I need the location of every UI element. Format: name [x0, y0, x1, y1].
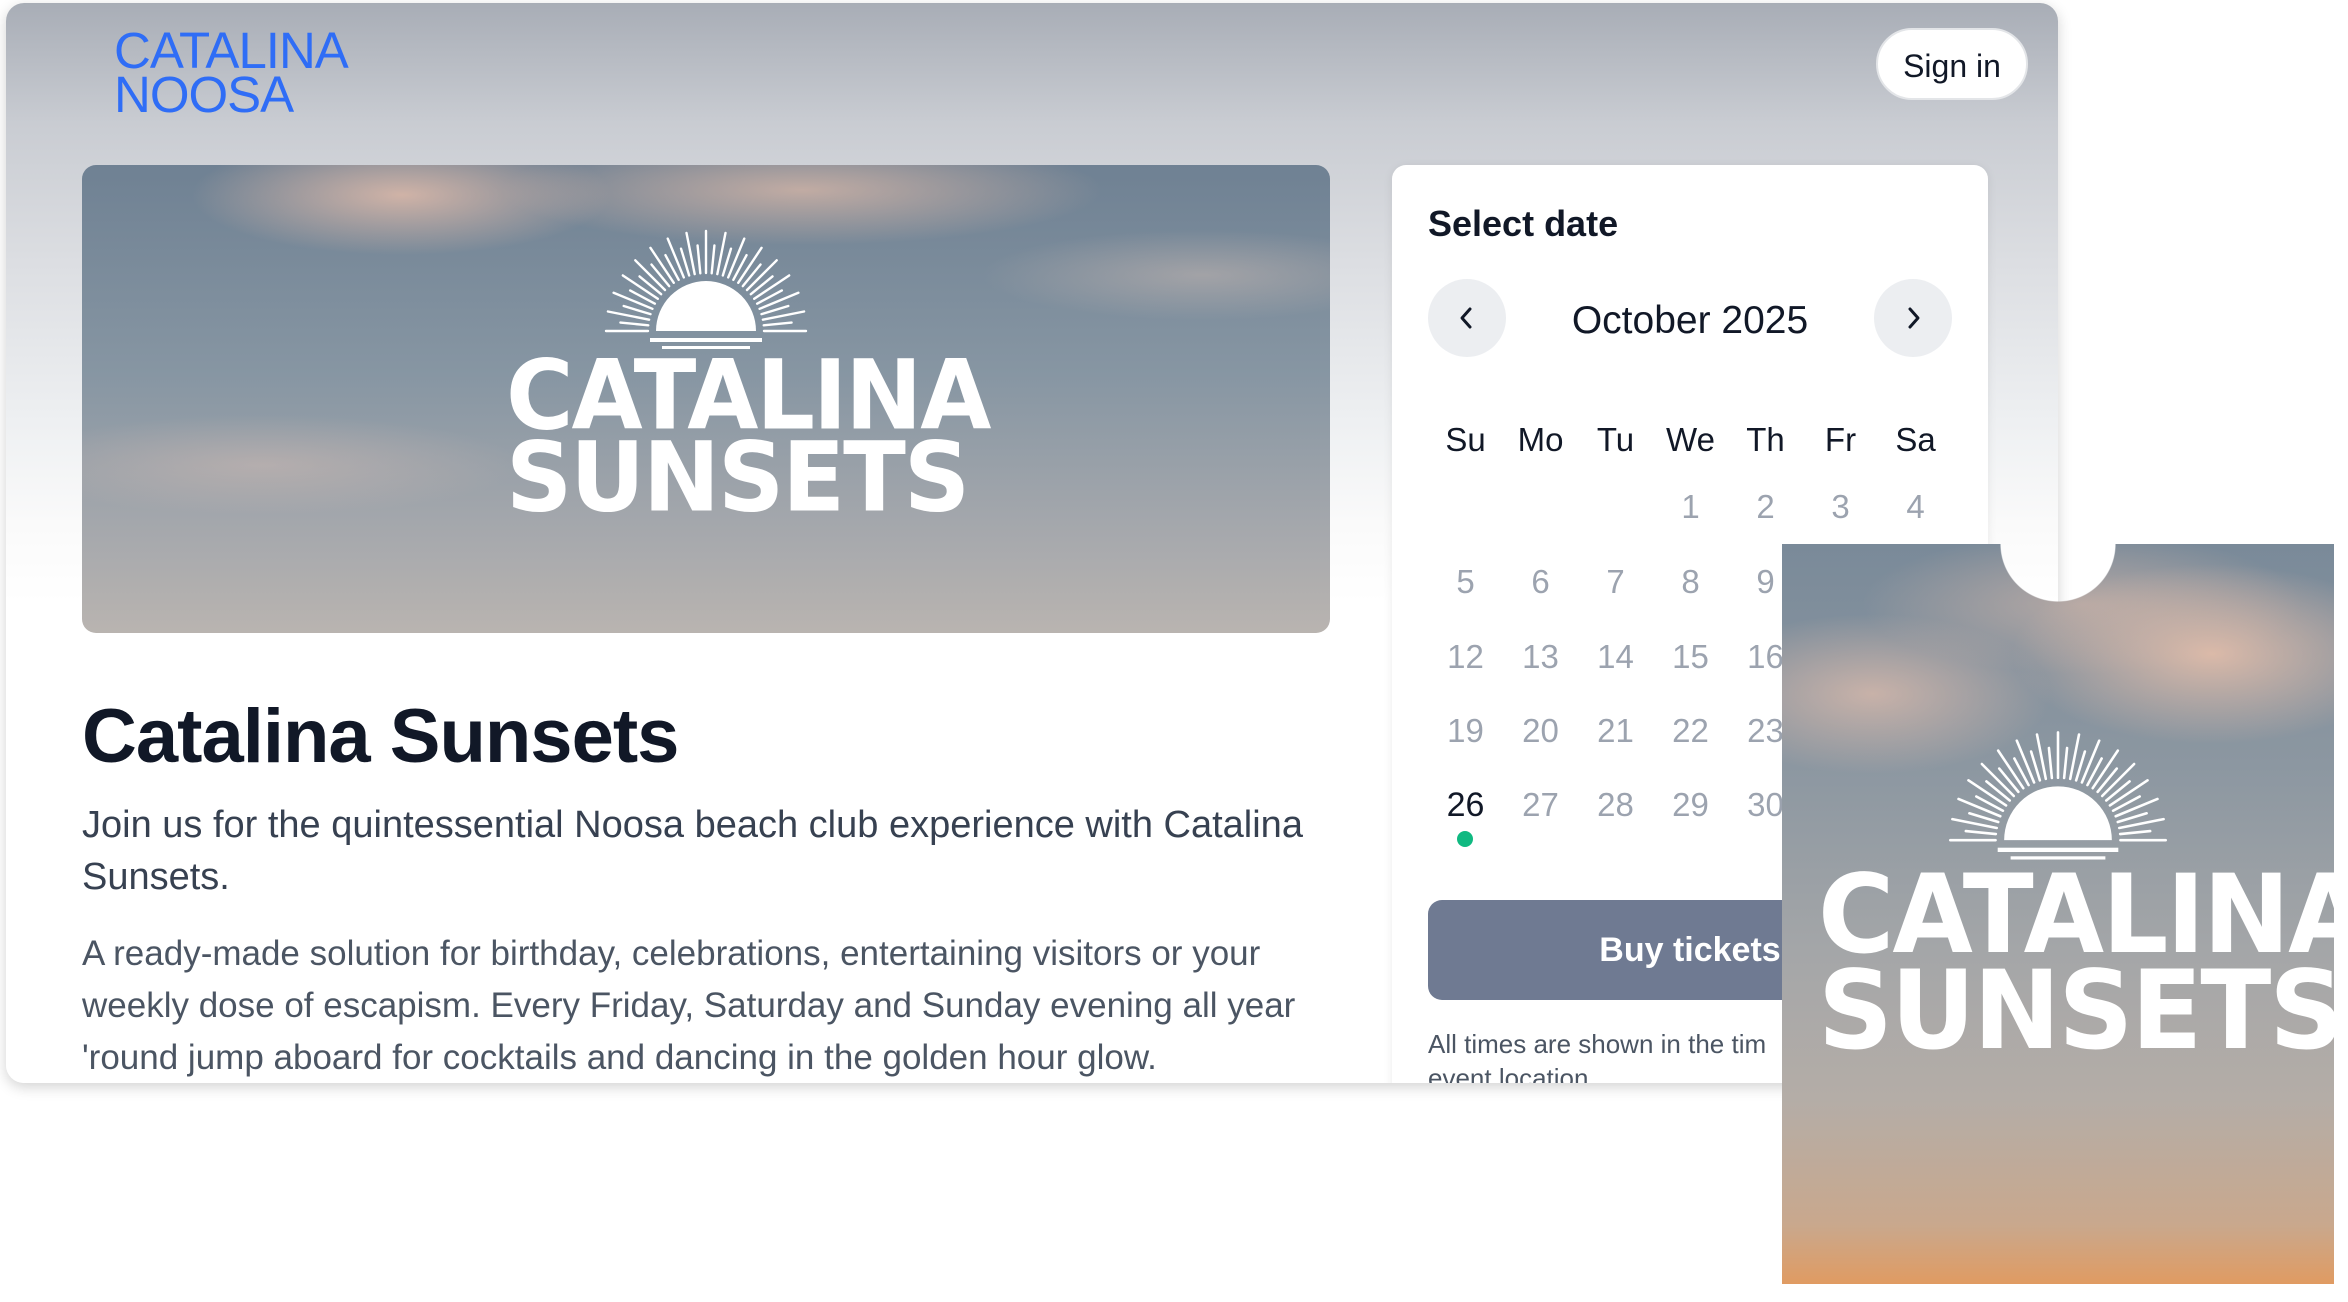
calendar-day: 2 — [1756, 488, 1775, 525]
ticket-logo: CATALINA SUNSETS — [1818, 726, 2348, 1075]
sunburst-icon — [1949, 731, 2167, 860]
month-label: October 2025 — [1571, 299, 1809, 342]
hero-banner: CATALINA SUNSETS — [82, 165, 1330, 633]
chevron-left-icon — [1460, 307, 1472, 329]
weekday-label: Tu — [1596, 421, 1635, 458]
prev-month-button[interactable] — [1428, 279, 1506, 357]
calendar-day: 20 — [1522, 712, 1559, 749]
timezone-note: All times are shown in the tim event loc… — [1428, 1029, 1767, 1083]
weekday-label: Su — [1445, 421, 1486, 458]
calendar-day: 7 — [1606, 563, 1625, 600]
calendar-day: 12 — [1447, 638, 1484, 675]
ticket-logo-word-2: SUNSETS — [1818, 945, 2344, 1075]
availability-dot-icon — [1457, 831, 1473, 847]
calendar-day: 4 — [1906, 488, 1925, 525]
calendar-day: 13 — [1522, 638, 1559, 675]
event-title: Catalina Sunsets — [82, 694, 679, 779]
weekday-label: We — [1666, 421, 1715, 458]
hero-logo-word-2: SUNSETS — [506, 421, 970, 534]
chevron-right-icon — [1908, 307, 1920, 329]
next-month-button[interactable] — [1874, 279, 1952, 357]
logo-line-2: NOOSA — [114, 66, 294, 123]
weekday-label: Sa — [1895, 421, 1936, 458]
calendar-day: 28 — [1597, 786, 1634, 823]
calendar-day: 3 — [1831, 488, 1850, 525]
weekday-label: Mo — [1517, 421, 1564, 458]
calendar-day-available[interactable]: 26 — [1428, 785, 1503, 847]
event-lead: Join us for the quintessential Noosa bea… — [82, 804, 1303, 898]
sunburst-icon — [604, 229, 808, 349]
calendar-day: 15 — [1672, 638, 1709, 675]
calendar-day: 5 — [1456, 563, 1475, 600]
event-description: A ready-made solution for birthday, cele… — [82, 934, 1296, 1077]
calendar-day: 1 — [1681, 488, 1700, 525]
select-date-heading: Select date — [1428, 203, 1619, 244]
calendar-day: 14 — [1597, 638, 1634, 675]
calendar-day: 27 — [1522, 786, 1559, 823]
calendar-day: 21 — [1597, 712, 1634, 749]
weekday-label: Th — [1746, 421, 1785, 458]
hero-logo: CATALINA SUNSETS — [506, 225, 991, 534]
site-logo[interactable]: CATALINA NOOSA — [114, 25, 349, 123]
calendar-day: 8 — [1681, 563, 1700, 600]
calendar-day: 29 — [1672, 786, 1709, 823]
ticket-card: CATALINA SUNSETS — [1782, 544, 2348, 1284]
calendar-day: 22 — [1672, 712, 1709, 749]
calendar-day: 19 — [1447, 712, 1484, 749]
event-page: CATALINA NOOSA Sign in CATALINA SUNSETS … — [6, 3, 2058, 1083]
calendar-day: 6 — [1531, 563, 1550, 600]
sign-in-button[interactable]: Sign in — [1876, 28, 2028, 100]
weekday-label: Fr — [1824, 421, 1857, 458]
calendar-day-number: 26 — [1446, 786, 1485, 824]
